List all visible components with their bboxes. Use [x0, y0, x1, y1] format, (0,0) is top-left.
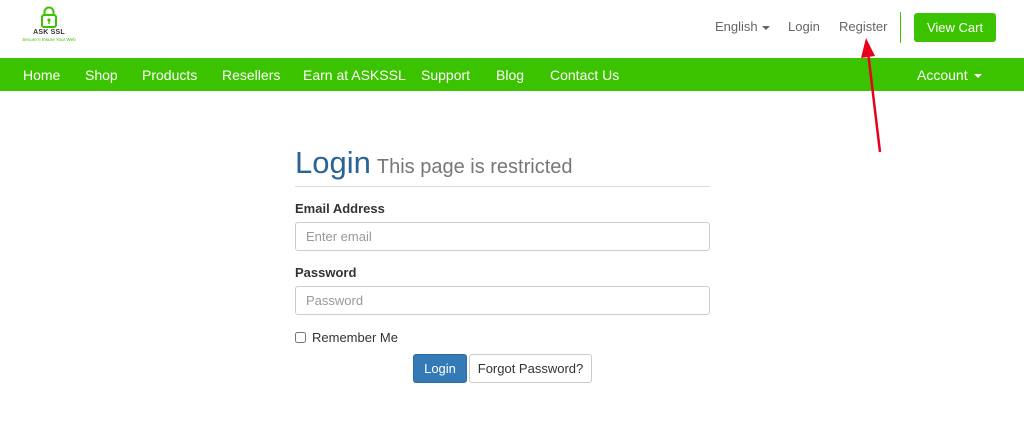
header-divider [900, 12, 901, 43]
brand-name: ASK SSL [33, 29, 65, 36]
account-label: Account [917, 67, 968, 83]
nav-blog[interactable]: Blog [496, 67, 524, 83]
page-title: Login [295, 145, 371, 180]
brand-tagline: Secure n Insure Your Web [22, 37, 76, 42]
page-subtitle: This page is restricted [376, 156, 573, 178]
language-dropdown[interactable]: English [715, 19, 770, 34]
padlock-icon [41, 6, 57, 28]
remember-me-checkbox[interactable] [295, 332, 306, 343]
password-label: Password [295, 265, 357, 280]
nav-contact-us[interactable]: Contact Us [550, 67, 619, 83]
password-field[interactable] [295, 286, 710, 315]
remember-me-label: Remember Me [312, 330, 398, 345]
language-label: English [715, 19, 758, 34]
page-heading: Login This page is restricted [295, 145, 710, 187]
login-link[interactable]: Login [788, 19, 820, 34]
email-field[interactable] [295, 222, 710, 251]
nav-support[interactable]: Support [421, 67, 470, 83]
account-dropdown[interactable]: Account [917, 67, 982, 83]
view-cart-button[interactable]: View Cart [914, 13, 996, 42]
nav-home[interactable]: Home [23, 67, 60, 83]
login-button[interactable]: Login [413, 354, 467, 383]
caret-down-icon [973, 74, 982, 79]
caret-down-icon [761, 25, 770, 30]
nav-resellers[interactable]: Resellers [222, 67, 280, 83]
nav-products[interactable]: Products [142, 67, 197, 83]
nav-earn[interactable]: Earn at ASKSSL [303, 67, 406, 83]
annotation-arrow-icon [861, 38, 882, 153]
brand-logo[interactable]: ASK SSL Secure n Insure Your Web [12, 6, 86, 52]
login-panel: Login This page is restricted Email Addre… [295, 145, 710, 383]
remember-me[interactable]: Remember Me [295, 330, 398, 345]
email-label: Email Address [295, 201, 385, 216]
forgot-password-button[interactable]: Forgot Password? [469, 354, 592, 383]
nav-shop[interactable]: Shop [85, 67, 118, 83]
